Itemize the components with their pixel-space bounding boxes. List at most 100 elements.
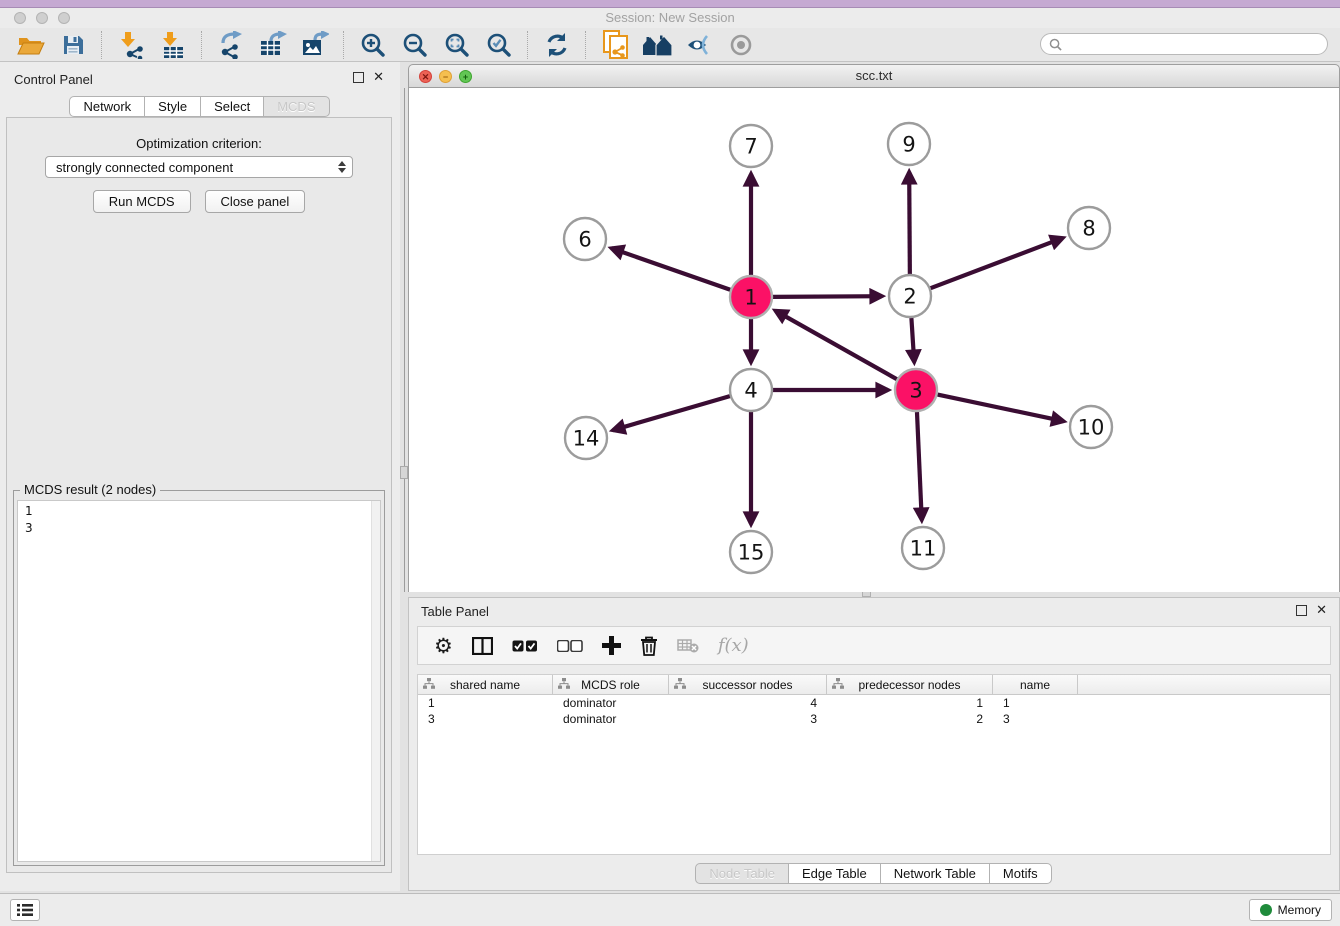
table-row[interactable]: 3 dominator 3 2 3: [418, 711, 1330, 727]
delete-icon[interactable]: [640, 636, 658, 656]
column-label: successor nodes: [702, 678, 792, 692]
zoom-in-icon[interactable]: [357, 30, 389, 60]
graph-node-4[interactable]: 4: [730, 369, 772, 411]
close-panel-button[interactable]: Close panel: [205, 190, 306, 213]
split-columns-icon[interactable]: [472, 637, 493, 655]
clone-network-icon[interactable]: [599, 30, 631, 60]
close-window-icon[interactable]: [14, 12, 26, 24]
zoom-selected-icon[interactable]: [483, 30, 515, 60]
table-row[interactable]: 1 dominator 4 1 1: [418, 695, 1330, 711]
network-maximize-icon[interactable]: +: [459, 70, 472, 83]
graph-node-14[interactable]: 14: [565, 417, 607, 459]
network-window-titlebar[interactable]: ✕ − + scc.txt: [408, 64, 1340, 88]
export-image-icon[interactable]: [299, 30, 331, 60]
graph[interactable]: 7 9 6 8 1 2 4 3 14 10 15 11: [409, 88, 1339, 590]
minimize-window-icon[interactable]: [36, 12, 48, 24]
open-session-icon[interactable]: [15, 30, 47, 60]
cell-name[interactable]: 1: [993, 695, 1078, 711]
tab-style[interactable]: Style: [144, 96, 201, 117]
tab-motifs[interactable]: Motifs: [989, 863, 1052, 884]
graph-edge-3-10[interactable]: [938, 395, 1064, 422]
cell-name[interactable]: 3: [993, 711, 1078, 727]
graph-node-7[interactable]: 7: [730, 125, 772, 167]
column-label: name: [1020, 678, 1050, 692]
zoom-out-icon[interactable]: [399, 30, 431, 60]
cell-shared-name[interactable]: 1: [418, 695, 553, 711]
task-history-button[interactable]: [10, 899, 40, 921]
cell-mcds-role[interactable]: dominator: [553, 695, 669, 711]
home-icon[interactable]: [641, 30, 673, 60]
cell-predecessor-nodes[interactable]: 2: [827, 711, 993, 727]
cell-successor-nodes[interactable]: 4: [669, 695, 827, 711]
tab-network-table[interactable]: Network Table: [880, 863, 990, 884]
column-label: shared name: [450, 678, 520, 692]
network-canvas[interactable]: 7 9 6 8 1 2 4 3 14 10 15 11: [408, 88, 1340, 592]
vertical-splitter-grip[interactable]: [400, 466, 408, 479]
graph-edge-3-1[interactable]: [775, 311, 896, 379]
graph-edge-2-8[interactable]: [931, 238, 1063, 288]
graph-edge-4-14[interactable]: [613, 396, 730, 430]
graph-node-15[interactable]: 15: [730, 531, 772, 573]
network-minimize-icon[interactable]: −: [439, 70, 452, 83]
tab-network[interactable]: Network: [69, 96, 145, 117]
tab-edge-table[interactable]: Edge Table: [788, 863, 881, 884]
graph-node-6[interactable]: 6: [564, 218, 606, 260]
column-header-predecessor-nodes[interactable]: predecessor nodes: [827, 675, 993, 694]
node-table[interactable]: shared name MCDS role successor nodes pr…: [417, 674, 1331, 855]
delete-table-icon[interactable]: [677, 638, 699, 654]
graph-edge-3-11[interactable]: [917, 412, 922, 520]
graph-edge-2-3[interactable]: [911, 318, 914, 362]
criterion-select[interactable]: strongly connected component: [45, 156, 353, 178]
result-scrollbar[interactable]: [371, 501, 380, 861]
graph-edge-1-2[interactable]: [773, 296, 882, 297]
function-builder-icon[interactable]: f(x): [718, 635, 749, 656]
show-network-icon[interactable]: [725, 30, 757, 60]
close-panel-icon[interactable]: ✕: [373, 73, 384, 82]
graph-node-2[interactable]: 2: [889, 275, 931, 317]
graph-edge-2-9[interactable]: [909, 172, 910, 274]
float-panel-icon[interactable]: [353, 72, 364, 83]
tab-select[interactable]: Select: [200, 96, 264, 117]
mcds-result-box[interactable]: 1 3: [17, 500, 381, 862]
export-table-icon[interactable]: [257, 30, 289, 60]
gear-icon[interactable]: ⚙: [434, 636, 453, 656]
column-header-mcds-role[interactable]: MCDS role: [553, 675, 669, 694]
graph-node-3[interactable]: 3: [895, 369, 937, 411]
network-close-icon[interactable]: ✕: [419, 70, 432, 83]
export-network-icon[interactable]: [215, 30, 247, 60]
maximize-window-icon[interactable]: [58, 12, 70, 24]
vertical-splitter[interactable]: [404, 88, 405, 592]
search-field[interactable]: [1040, 33, 1328, 55]
float-panel-icon[interactable]: [1296, 605, 1307, 616]
graph-node-11[interactable]: 11: [902, 527, 944, 569]
import-network-icon[interactable]: [115, 30, 147, 60]
graph-edge-1-6[interactable]: [611, 248, 730, 290]
table-header-row: shared name MCDS role successor nodes pr…: [418, 675, 1330, 695]
column-label: predecessor nodes: [858, 678, 960, 692]
tab-mcds[interactable]: MCDS: [263, 96, 329, 117]
memory-button[interactable]: Memory: [1249, 899, 1332, 921]
refresh-icon[interactable]: [541, 30, 573, 60]
close-panel-icon[interactable]: ✕: [1316, 606, 1327, 615]
graph-node-1[interactable]: 1: [730, 276, 772, 318]
hide-network-icon[interactable]: [683, 30, 715, 60]
graph-node-9[interactable]: 9: [888, 123, 930, 165]
column-header-successor-nodes[interactable]: successor nodes: [669, 675, 827, 694]
search-input[interactable]: [1067, 36, 1327, 52]
run-mcds-button[interactable]: Run MCDS: [93, 190, 191, 213]
graph-node-10[interactable]: 10: [1070, 406, 1112, 448]
select-all-icon[interactable]: [512, 640, 538, 652]
save-session-icon[interactable]: [57, 30, 89, 60]
column-header-shared-name[interactable]: shared name: [418, 675, 553, 694]
import-table-icon[interactable]: [157, 30, 189, 60]
column-header-name[interactable]: name: [993, 675, 1078, 694]
tab-node-table[interactable]: Node Table: [695, 863, 789, 884]
graph-node-8[interactable]: 8: [1068, 207, 1110, 249]
cell-predecessor-nodes[interactable]: 1: [827, 695, 993, 711]
cell-successor-nodes[interactable]: 3: [669, 711, 827, 727]
zoom-fit-icon[interactable]: [441, 30, 473, 60]
cell-shared-name[interactable]: 3: [418, 711, 553, 727]
cell-mcds-role[interactable]: dominator: [553, 711, 669, 727]
deselect-all-icon[interactable]: [557, 640, 583, 652]
add-column-icon[interactable]: [602, 636, 621, 655]
